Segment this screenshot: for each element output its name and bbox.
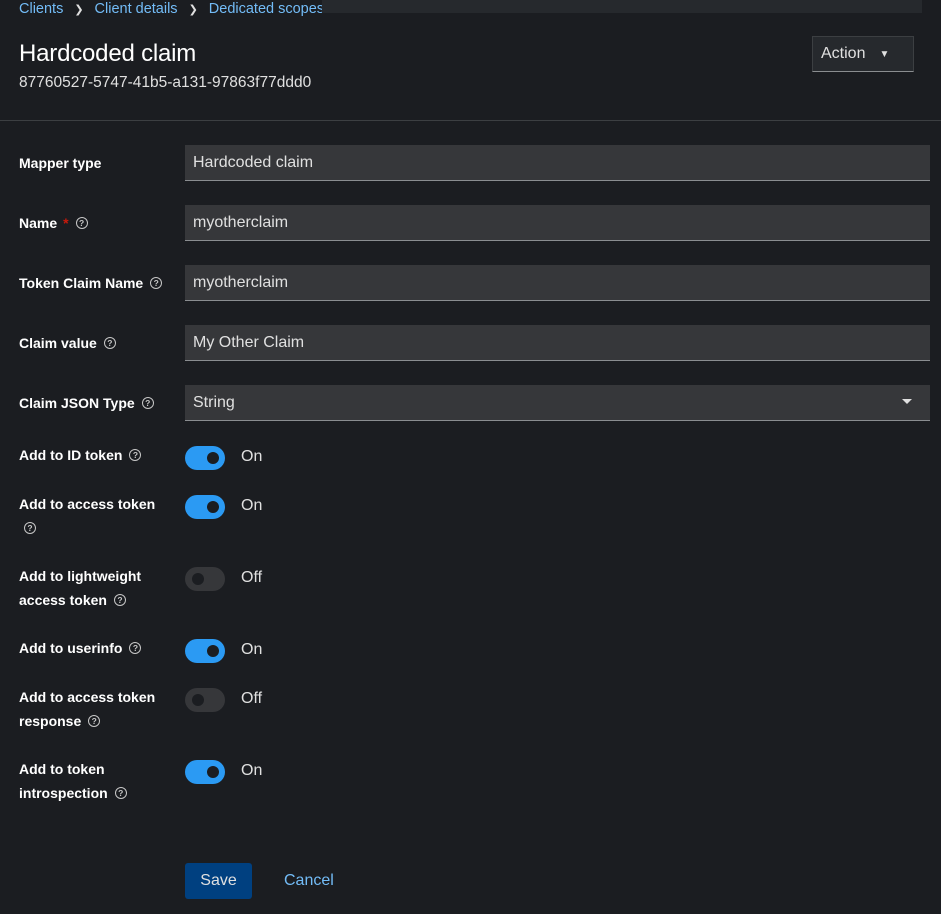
token-claim-name-label: Token Claim Name? [19,271,163,295]
add-to-access-token-label: Add to access token ? [19,496,156,535]
name-input[interactable]: myotherclaim [185,205,930,241]
add-to-id-token-switch[interactable] [185,446,225,470]
breadcrumb-overflow-panel [322,0,922,13]
page-title: Hardcoded claim [19,40,197,67]
mapper-details-page: Clients ❯ Client details ❯ Dedicated sco… [0,0,941,914]
claim-json-type-label: Claim JSON Type? [19,391,154,415]
help-icon[interactable]: ? [113,594,126,607]
action-label: Action [821,45,866,62]
mapper-id: 87760527-5747-41b5-a131-97863f77ddd0 [19,74,312,91]
add-to-token-introspection-switch[interactable] [185,760,225,784]
help-icon[interactable]: ? [150,277,163,290]
breadcrumb: Clients ❯ Client details ❯ Dedicated sco… [19,0,324,18]
add-to-access-token-response-state: Off [241,690,263,707]
breadcrumb-client-details[interactable]: Client details [95,1,178,17]
add-to-userinfo-switch[interactable] [185,639,225,663]
claim-value-input[interactable]: My Other Claim [185,325,930,361]
save-button[interactable]: Save [185,863,252,899]
help-icon[interactable]: ? [129,449,142,462]
help-icon[interactable]: ? [24,522,36,535]
chevron-right-icon: ❯ [74,3,84,16]
help-icon[interactable]: ? [75,217,88,230]
add-to-access-token-switch[interactable] [185,495,225,519]
breadcrumb-clients[interactable]: Clients [19,1,63,17]
token-claim-name-input[interactable]: myotherclaim [185,265,930,301]
claim-value-label: Claim value? [19,331,116,355]
add-to-lightweight-access-token-state: Off [241,569,263,586]
chevron-right-icon: ❯ [188,3,198,16]
add-to-access-token-state: On [241,497,263,514]
help-icon[interactable]: ? [114,787,127,800]
switch-knob [207,645,219,657]
help-icon[interactable]: ? [103,337,116,350]
breadcrumb-dedicated-scopes[interactable]: Dedicated scopes [209,1,324,17]
header-divider [0,120,941,121]
add-to-id-token-state: On [241,448,263,465]
help-icon[interactable]: ? [141,397,154,410]
switch-knob [192,573,204,585]
caret-down-icon [902,399,912,404]
action-dropdown[interactable]: Action ▼ [812,36,914,72]
mapper-type-field: Hardcoded claim [185,145,930,181]
add-to-lightweight-access-token-label: Add to lightweight access token? [19,568,142,608]
switch-knob [207,766,219,778]
add-to-userinfo-label: Add to userinfo? [19,636,142,660]
add-to-lightweight-access-token-switch[interactable] [185,567,225,591]
claim-json-type-select[interactable]: String [185,385,930,421]
mapper-type-label: Mapper type [19,155,102,171]
cancel-button[interactable]: Cancel [284,863,334,899]
add-to-token-introspection-label: Add to token introspection? [19,757,127,805]
add-to-token-introspection-state: On [241,762,263,779]
switch-knob [207,501,219,513]
caret-down-icon: ▼ [879,48,890,60]
name-label: Name *? [19,211,88,235]
switch-knob [192,694,204,706]
required-marker: * [63,215,69,231]
switch-knob [207,452,219,464]
add-to-access-token-response-label: Add to access token response? [19,689,156,729]
add-to-id-token-label: Add to ID token? [19,443,142,467]
add-to-access-token-response-switch[interactable] [185,688,225,712]
help-icon[interactable]: ? [129,642,142,655]
add-to-userinfo-state: On [241,641,263,658]
help-icon[interactable]: ? [88,715,101,728]
